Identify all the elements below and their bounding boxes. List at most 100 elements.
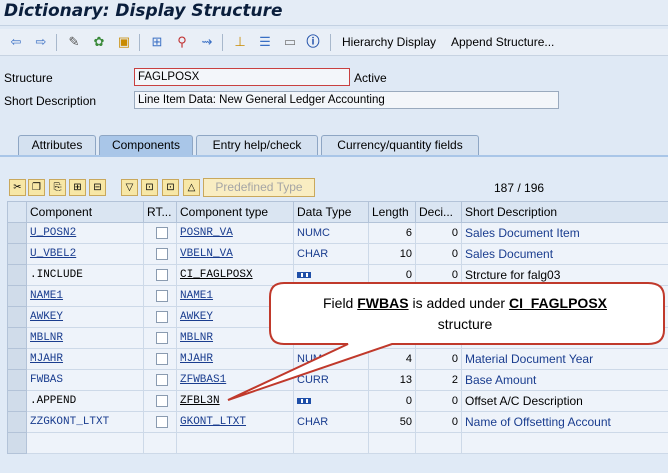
component-cell[interactable]: MBLNR <box>26 327 144 349</box>
select-all-cell[interactable] <box>7 201 27 223</box>
component-cell[interactable]: .APPEND <box>26 390 144 412</box>
rt-checkbox[interactable] <box>156 353 168 366</box>
col-short-description[interactable]: Short Description <box>461 201 668 223</box>
tab-components[interactable]: Components <box>99 135 193 155</box>
edit-glasses-icon[interactable]: ✎ <box>66 34 82 50</box>
transport-icon[interactable]: ⇝ <box>199 34 215 50</box>
component-type-cell[interactable]: POSNR_VA <box>176 222 294 244</box>
stack-icon[interactable]: ☰ <box>257 34 273 50</box>
delete-row-icon[interactable]: ⊟ <box>89 179 106 196</box>
cut-icon[interactable]: ✂ <box>9 179 26 196</box>
technical-settings-icon[interactable]: ▭ <box>282 34 298 50</box>
component-type-cell[interactable]: NAME1 <box>176 285 294 307</box>
copy-icon[interactable]: ❐ <box>28 179 45 196</box>
component-type-cell[interactable]: AWKEY <box>176 306 294 328</box>
row-selector[interactable] <box>7 432 27 454</box>
decimals-cell: 0 <box>415 411 462 433</box>
row-selector[interactable] <box>7 243 27 265</box>
component-cell[interactable]: AWKEY <box>26 306 144 328</box>
hierarchy-icon[interactable]: ⊥ <box>232 34 248 50</box>
rt-checkbox[interactable] <box>156 416 168 429</box>
rt-checkbox[interactable] <box>156 248 168 261</box>
find-icon[interactable]: ⊡ <box>141 179 158 196</box>
component-cell[interactable]: MJAHR <box>26 348 144 370</box>
component-type-cell[interactable]: ZFBL3N <box>176 390 294 412</box>
paste-icon[interactable]: ⎘ <box>49 179 66 196</box>
component-type-cell[interactable]: MJAHR <box>176 348 294 370</box>
row-selector[interactable] <box>7 285 27 307</box>
decimals-cell: 2 <box>415 369 462 391</box>
row-selector[interactable] <box>7 411 27 433</box>
tab-entry-help[interactable]: Entry help/check <box>196 135 318 155</box>
where-used-icon[interactable]: ⊞ <box>149 34 165 50</box>
rt-checkbox[interactable] <box>156 290 168 303</box>
row-selector[interactable] <box>7 369 27 391</box>
activate-icon[interactable]: ▣ <box>116 34 132 50</box>
component-type-cell[interactable]: MBLNR <box>176 327 294 349</box>
info-icon[interactable]: ⓘ <box>305 34 321 50</box>
component-type-cell[interactable]: GKONT_LTXT <box>176 411 294 433</box>
description-cell: Material Document Year <box>461 348 668 370</box>
col-component-type[interactable]: Component type <box>176 201 294 223</box>
rt-checkbox[interactable] <box>156 269 168 282</box>
component-type-cell[interactable]: ZFWBAS1 <box>176 369 294 391</box>
length-cell: 6 <box>368 222 416 244</box>
col-length[interactable]: Length <box>368 201 416 223</box>
decimals-cell: 0 <box>415 390 462 412</box>
col-rt[interactable]: RT... <box>143 201 177 223</box>
forward-arrow-icon[interactable]: ⇨ <box>33 34 49 50</box>
structure-label: Structure <box>4 71 53 85</box>
row-selector[interactable] <box>7 264 27 286</box>
description-cell: Strcture for falg03 <box>461 264 668 286</box>
structure-field[interactable]: FAGLPOSX <box>134 68 350 86</box>
component-cell[interactable]: FWBAS <box>26 369 144 391</box>
rt-checkbox[interactable] <box>156 395 168 408</box>
data-type-cell <box>293 264 369 286</box>
col-data-type[interactable]: Data Type <box>293 201 369 223</box>
length-cell: 4 <box>368 348 416 370</box>
tab-attributes[interactable]: Attributes <box>18 135 96 155</box>
rt-checkbox[interactable] <box>156 374 168 387</box>
description-cell: Name of Offsetting Account <box>461 411 668 433</box>
decimals-cell <box>415 327 462 349</box>
component-type-cell[interactable]: CI_FAGLPOSX <box>176 264 294 286</box>
rt-checkbox[interactable] <box>156 311 168 324</box>
tab-currency-quantity[interactable]: Currency/quantity fields <box>321 135 479 155</box>
predefined-type-button[interactable]: Predefined Type <box>203 178 315 197</box>
components-table: Component RT... Component type Data Type… <box>7 201 668 454</box>
insert-row-icon[interactable]: ⊞ <box>69 179 86 196</box>
short-description-field[interactable]: Line Item Data: New General Ledger Accou… <box>134 91 559 109</box>
row-selector[interactable] <box>7 348 27 370</box>
application-toolbar: ⇦ ⇨ ✎ ✿ ▣ ⊞ ⚲ ⇝ ⊥ ☰ ▭ ⓘ Hierarchy Displa… <box>0 29 668 56</box>
row-selector[interactable] <box>7 327 27 349</box>
component-cell[interactable]: U_VBEL2 <box>26 243 144 265</box>
row-selector[interactable] <box>7 390 27 412</box>
window-title: Dictionary: Display Structure <box>4 1 283 21</box>
hierarchy-display-button[interactable]: Hierarchy Display <box>342 35 436 49</box>
description-cell <box>461 285 668 307</box>
rt-cell <box>143 264 177 286</box>
find-next-icon[interactable]: ⊡ <box>162 179 179 196</box>
sort-icon[interactable]: △ <box>183 179 200 196</box>
append-structure-button[interactable]: Append Structure... <box>451 35 554 49</box>
component-cell[interactable]: NAME1 <box>26 285 144 307</box>
component-type-cell[interactable]: VBELN_VA <box>176 243 294 265</box>
component-cell[interactable]: ZZGKONT_LTXT <box>26 411 144 433</box>
data-type-cell: NUMC <box>293 222 369 244</box>
filter-icon[interactable]: ▽ <box>121 179 138 196</box>
rt-cell <box>143 390 177 412</box>
component-cell[interactable]: .INCLUDE <box>26 264 144 286</box>
rt-checkbox[interactable] <box>156 332 168 345</box>
row-selector[interactable] <box>7 306 27 328</box>
component-cell[interactable]: U_POSN2 <box>26 222 144 244</box>
title-bar: Dictionary: Display Structure <box>0 0 668 26</box>
back-arrow-icon[interactable]: ⇦ <box>8 34 24 50</box>
col-decimals[interactable]: Deci... <box>415 201 462 223</box>
col-component[interactable]: Component <box>26 201 144 223</box>
rt-cell <box>143 285 177 307</box>
row-selector[interactable] <box>7 222 27 244</box>
wand-icon[interactable]: ⚲ <box>174 34 190 50</box>
rt-checkbox[interactable] <box>156 227 168 240</box>
decimals-cell: 0 <box>415 348 462 370</box>
display-change-icon[interactable]: ✿ <box>91 34 107 50</box>
